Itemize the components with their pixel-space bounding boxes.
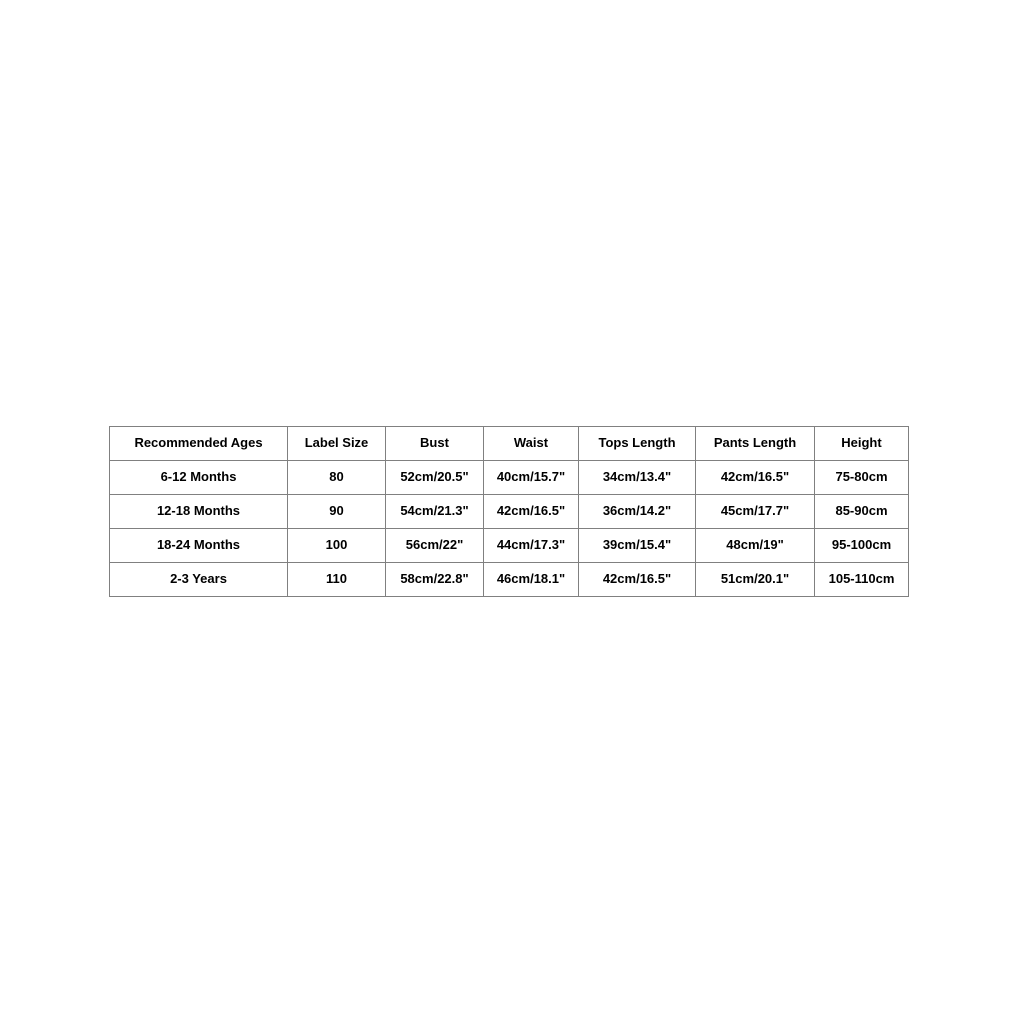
column-header-tops-length: Tops Length [578, 426, 696, 461]
column-header-height: Height [814, 426, 909, 461]
table-row: 18-24 Months 100 56cm/22" 44cm/17.3" 39c… [109, 528, 909, 563]
cell-label-size: 100 [287, 528, 386, 563]
cell-pants-length: 51cm/20.1" [695, 562, 815, 597]
table-row: 6-12 Months 80 52cm/20.5" 40cm/15.7" 34c… [109, 460, 909, 495]
cell-pants-length: 45cm/17.7" [695, 494, 815, 529]
cell-tops-length: 39cm/15.4" [578, 528, 696, 563]
cell-recommended-ages: 6-12 Months [109, 460, 288, 495]
table-row: 2-3 Years 110 58cm/22.8" 46cm/18.1" 42cm… [109, 562, 909, 597]
cell-bust: 52cm/20.5" [385, 460, 484, 495]
cell-bust: 58cm/22.8" [385, 562, 484, 597]
cell-waist: 42cm/16.5" [483, 494, 579, 529]
cell-recommended-ages: 2-3 Years [109, 562, 288, 597]
column-header-bust: Bust [385, 426, 484, 461]
cell-waist: 40cm/15.7" [483, 460, 579, 495]
cell-bust: 56cm/22" [385, 528, 484, 563]
cell-tops-length: 42cm/16.5" [578, 562, 696, 597]
cell-pants-length: 48cm/19" [695, 528, 815, 563]
cell-tops-length: 36cm/14.2" [578, 494, 696, 529]
cell-tops-length: 34cm/13.4" [578, 460, 696, 495]
column-header-label-size: Label Size [287, 426, 386, 461]
cell-bust: 54cm/21.3" [385, 494, 484, 529]
size-chart-container: Recommended Ages Label Size Bust Waist T… [109, 426, 909, 597]
column-header-recommended-ages: Recommended Ages [109, 426, 288, 461]
cell-waist: 44cm/17.3" [483, 528, 579, 563]
cell-label-size: 80 [287, 460, 386, 495]
cell-recommended-ages: 12-18 Months [109, 494, 288, 529]
cell-height: 85-90cm [814, 494, 909, 529]
cell-recommended-ages: 18-24 Months [109, 528, 288, 563]
cell-height: 95-100cm [814, 528, 909, 563]
table-row: 12-18 Months 90 54cm/21.3" 42cm/16.5" 36… [109, 494, 909, 529]
cell-label-size: 90 [287, 494, 386, 529]
column-header-pants-length: Pants Length [695, 426, 815, 461]
table-header-row: Recommended Ages Label Size Bust Waist T… [109, 426, 909, 461]
size-chart-table: Recommended Ages Label Size Bust Waist T… [109, 426, 909, 597]
cell-pants-length: 42cm/16.5" [695, 460, 815, 495]
cell-height: 105-110cm [814, 562, 909, 597]
cell-height: 75-80cm [814, 460, 909, 495]
column-header-waist: Waist [483, 426, 579, 461]
cell-label-size: 110 [287, 562, 386, 597]
cell-waist: 46cm/18.1" [483, 562, 579, 597]
